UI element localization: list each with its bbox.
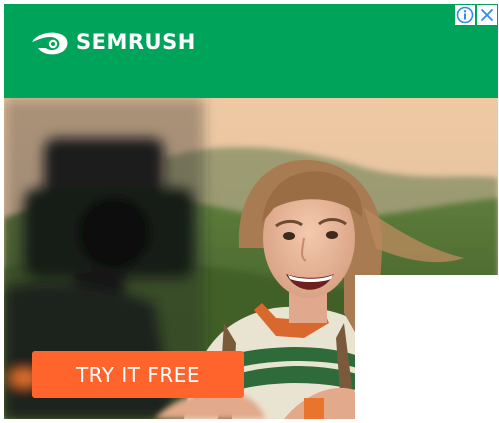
blank-area [355,275,498,419]
ad-close-button[interactable] [477,5,497,25]
semrush-logo: SEMRUSH [30,28,196,56]
try-it-free-button[interactable]: TRY IT FREE [32,351,244,398]
ad-creative[interactable]: SEMRUSH TRY IT FREE [4,4,498,419]
semrush-fireball-logo-icon [32,32,68,55]
close-icon [481,9,493,21]
ad-info-button[interactable] [455,5,475,25]
brand-name: SEMRUSH [76,30,196,54]
ad-frame: SEMRUSH TRY IT FREE [0,0,499,423]
hero-photo: TRY IT FREE [4,98,498,419]
brand-banner: SEMRUSH [4,4,498,98]
info-icon [456,6,474,24]
adchoices-controls [455,5,497,25]
